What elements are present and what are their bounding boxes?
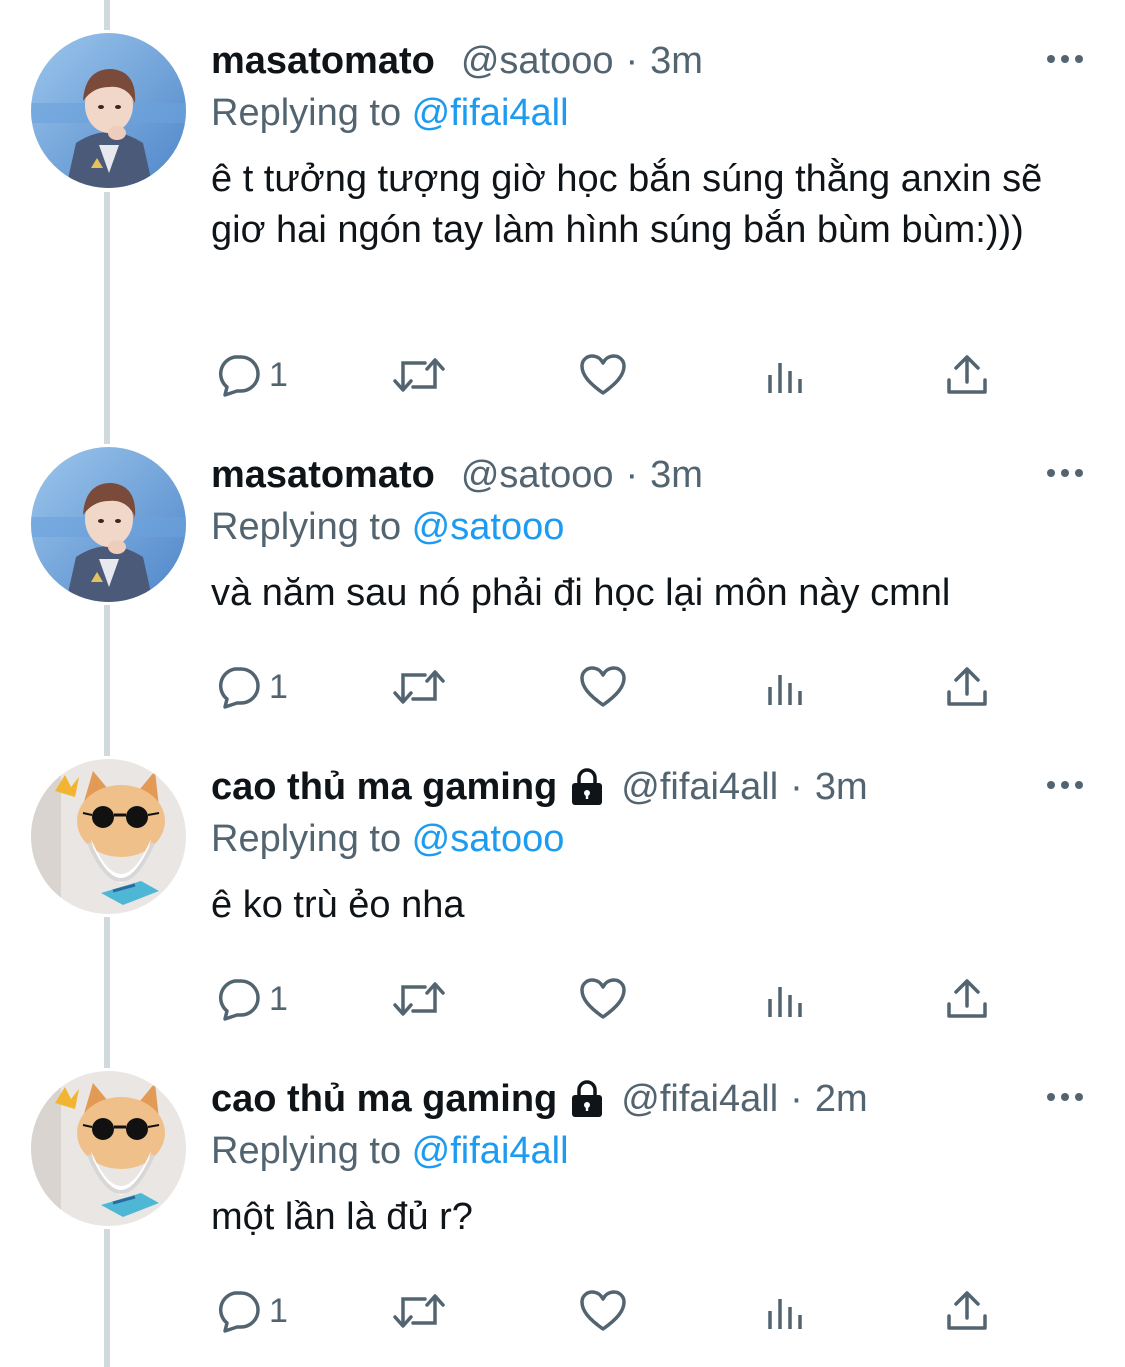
- reply-button[interactable]: 1: [215, 662, 288, 712]
- retweet-button[interactable]: [391, 662, 447, 712]
- replying-to: Replying to @satooo: [211, 814, 564, 864]
- retweet-button[interactable]: [391, 1286, 447, 1336]
- lock-icon: [572, 768, 603, 805]
- replying-to-handle[interactable]: @satooo: [412, 818, 565, 860]
- user-avatar[interactable]: [31, 33, 186, 188]
- reply-count: 1: [269, 1292, 288, 1330]
- views-icon: [768, 363, 802, 393]
- tweet[interactable]: masatomato @satooo · 3m Replying to @fif…: [0, 0, 1125, 397]
- reply-icon: [218, 667, 260, 709]
- tweet[interactable]: cao thủ ma gaming @fifai4all · 3m Replyi…: [0, 726, 1125, 1038]
- views-button[interactable]: [766, 974, 806, 1024]
- display-name[interactable]: masatomato: [211, 36, 435, 86]
- tweet-header: masatomato @satooo · 3m: [211, 450, 703, 500]
- retweet-icon: [393, 670, 445, 704]
- tweet[interactable]: masatomato @satooo · 3m Replying to @sat…: [0, 414, 1125, 726]
- user-handle[interactable]: @fifai4all: [621, 762, 778, 812]
- separator: ·: [790, 1078, 803, 1120]
- share-button[interactable]: [945, 1286, 989, 1336]
- share-button[interactable]: [945, 662, 989, 712]
- reply-count: 1: [269, 356, 288, 394]
- retweet-icon: [393, 982, 445, 1016]
- replying-to: Replying to @satooo: [211, 502, 564, 552]
- reply-button[interactable]: 1: [215, 974, 288, 1024]
- replying-prefix: Replying to: [211, 1130, 412, 1172]
- separator: ·: [625, 40, 639, 82]
- views-icon: [768, 1299, 802, 1329]
- user-handle[interactable]: @satooo: [461, 36, 614, 86]
- tweet-header: cao thủ ma gaming @fifai4all · 3m: [211, 762, 868, 812]
- timestamp[interactable]: 3m: [815, 762, 868, 812]
- replying-prefix: Replying to: [211, 818, 412, 860]
- more-icon[interactable]: [1045, 52, 1085, 66]
- user-handle[interactable]: @fifai4all: [621, 1074, 778, 1124]
- user-avatar[interactable]: [31, 447, 186, 602]
- more-icon[interactable]: [1045, 1090, 1085, 1104]
- tweet-text: một lần là đủ r?: [211, 1196, 473, 1238]
- tweet-text: ê t tưởng tượng giờ học bắn súng thằng a…: [211, 158, 1043, 251]
- share-icon: [947, 667, 987, 706]
- replying-prefix: Replying to: [211, 506, 412, 548]
- replying-to-handle[interactable]: @fifai4all: [412, 1130, 569, 1172]
- replying-prefix: Replying to: [211, 92, 412, 134]
- user-avatar[interactable]: [31, 1071, 186, 1226]
- retweet-icon: [393, 358, 445, 392]
- display-name[interactable]: cao thủ ma gaming: [211, 1074, 557, 1124]
- tweet-header: cao thủ ma gaming @fifai4all · 2m: [211, 1074, 868, 1124]
- more-icon[interactable]: [1045, 466, 1085, 480]
- like-button[interactable]: [579, 350, 627, 400]
- share-icon: [947, 355, 987, 394]
- user-handle[interactable]: @satooo: [461, 450, 614, 500]
- share-icon: [947, 1291, 987, 1330]
- reply-button[interactable]: 1: [215, 1286, 288, 1336]
- share-icon: [947, 979, 987, 1018]
- tweet[interactable]: cao thủ ma gaming @fifai4all · 2m Replyi…: [0, 1038, 1125, 1350]
- separator: ·: [625, 454, 639, 496]
- reply-button[interactable]: 1: [215, 350, 288, 400]
- display-name[interactable]: masatomato: [211, 450, 435, 500]
- separator: ·: [790, 766, 803, 808]
- reply-count: 1: [269, 668, 288, 706]
- replying-to: Replying to @fifai4all: [211, 88, 569, 138]
- tweet-header: masatomato @satooo · 3m: [211, 36, 703, 86]
- views-button[interactable]: [766, 662, 806, 712]
- like-icon: [580, 354, 626, 395]
- tweet-text: và năm sau nó phải đi học lại môn này cm…: [211, 572, 951, 614]
- tweet-text: ê ko trù ẻo nha: [211, 884, 465, 926]
- timestamp[interactable]: 2m: [815, 1074, 868, 1124]
- views-icon: [768, 987, 802, 1017]
- display-name[interactable]: cao thủ ma gaming: [211, 762, 557, 812]
- views-button[interactable]: [766, 350, 806, 400]
- views-button[interactable]: [766, 1286, 806, 1336]
- replying-to: Replying to @fifai4all: [211, 1126, 569, 1176]
- timestamp[interactable]: 3m: [650, 450, 703, 500]
- retweet-icon: [393, 1294, 445, 1328]
- like-icon: [580, 1290, 626, 1331]
- replying-to-handle[interactable]: @fifai4all: [412, 92, 569, 134]
- like-button[interactable]: [579, 1286, 627, 1336]
- share-button[interactable]: [945, 974, 989, 1024]
- reply-count: 1: [269, 980, 288, 1018]
- user-avatar[interactable]: [31, 759, 186, 914]
- lock-icon: [572, 1080, 603, 1117]
- reply-icon: [218, 979, 260, 1021]
- retweet-button[interactable]: [391, 974, 447, 1024]
- reply-icon: [218, 1291, 260, 1333]
- like-icon: [580, 978, 626, 1019]
- like-icon: [580, 666, 626, 707]
- retweet-button[interactable]: [391, 350, 447, 400]
- like-button[interactable]: [579, 662, 627, 712]
- replying-to-handle[interactable]: @satooo: [412, 506, 565, 548]
- more-icon[interactable]: [1045, 778, 1085, 792]
- views-icon: [768, 675, 802, 705]
- reply-icon: [218, 355, 260, 397]
- timestamp[interactable]: 3m: [650, 36, 703, 86]
- like-button[interactable]: [579, 974, 627, 1024]
- share-button[interactable]: [945, 350, 989, 400]
